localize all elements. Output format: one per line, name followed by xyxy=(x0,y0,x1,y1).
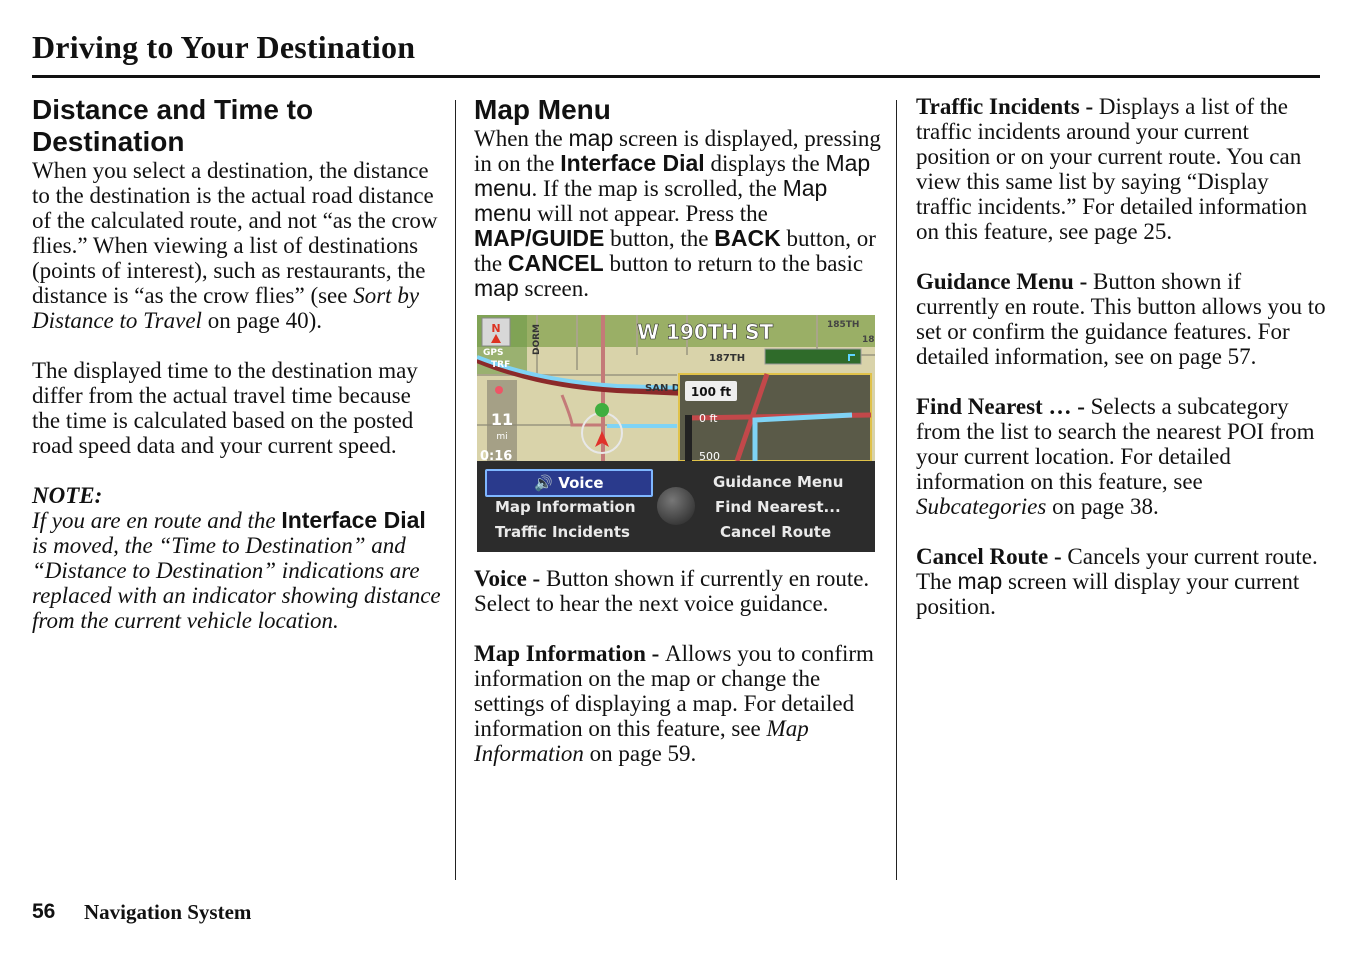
column-distance-time: Distance and Time to Destination When yo… xyxy=(32,94,442,633)
description-voice: Voice - Button shown if currently en rou… xyxy=(474,566,884,616)
distance-bar xyxy=(685,415,692,461)
term-traffic-incidents: Traffic Incidents - xyxy=(916,94,1099,119)
compass-label: N xyxy=(491,322,500,335)
term-voice: Voice - xyxy=(474,566,546,591)
cross-reference-link: Subcategories xyxy=(916,494,1047,519)
map-menu-panel: 🔊 Voice Map Information Traffic Incident… xyxy=(477,461,875,552)
speaker-icon: 🔊 xyxy=(534,474,554,492)
description-cancel-route: Cancel Route - Cancels your current rout… xyxy=(916,544,1326,619)
text: screen. xyxy=(518,276,590,301)
scale-top: 0 ft xyxy=(699,412,718,425)
text: button, the xyxy=(604,226,715,251)
column-menu-items: Traffic Incidents - Displays a list of t… xyxy=(916,94,1326,644)
control-name: Interface Dial xyxy=(281,507,426,533)
zoom-scale: 100 ft xyxy=(691,385,731,399)
destination-pin-icon xyxy=(495,386,503,394)
menu-item-traffic-incidents[interactable]: Traffic Incidents xyxy=(495,520,630,544)
button-name: CANCEL xyxy=(507,250,604,276)
traffic-label: TRF xyxy=(491,360,510,370)
term-find-nearest: Find Nearest … - xyxy=(916,394,1091,419)
street-label: 185TH xyxy=(827,320,859,330)
description-map-information: Map Information - Allows you to confirm … xyxy=(474,641,884,766)
text: will not appear. Press the xyxy=(531,201,768,226)
lane-guidance xyxy=(764,348,862,365)
poi-icon xyxy=(595,403,609,417)
paragraph-map-menu-intro: When the map screen is displayed, pressi… xyxy=(474,125,884,302)
menu-item-find-nearest[interactable]: Find Nearest... xyxy=(715,495,841,519)
description-text: on page 59. xyxy=(583,741,697,766)
column-map-menu: Map Menu When the map screen is displaye… xyxy=(474,94,884,791)
page-number: 56 xyxy=(32,900,56,923)
text: displays the xyxy=(704,151,826,176)
description-find-nearest: Find Nearest … - Selects a subcategory f… xyxy=(916,394,1326,519)
footer-section-title: Navigation System xyxy=(84,900,252,924)
term-cancel-route: Cancel Route - xyxy=(916,544,1068,569)
control-name: Interface Dial xyxy=(560,150,705,176)
paragraph-time: The displayed time to the destination ma… xyxy=(32,358,418,458)
text: . If the map is scrolled, the xyxy=(531,176,783,201)
menu-item-map-information[interactable]: Map Information xyxy=(495,495,636,519)
term-map-information: Map Information - xyxy=(474,641,666,666)
section-heading-map-menu: Map Menu xyxy=(474,94,611,125)
button-name: MAP/GUIDE xyxy=(474,225,605,251)
page-title: Driving to Your Destination xyxy=(32,29,416,65)
current-street-name: W 190TH ST xyxy=(637,320,774,344)
column-divider xyxy=(455,100,456,880)
menu-item-voice[interactable]: 🔊 Voice xyxy=(485,469,653,497)
gps-label: GPS xyxy=(483,348,503,358)
menu-item-guidance-menu[interactable]: Guidance Menu xyxy=(713,470,843,494)
description-text: on page 38. xyxy=(1046,494,1159,519)
column-divider xyxy=(896,100,897,880)
screen-name: map xyxy=(474,275,519,301)
note-text: If you are en route and the Interface Di… xyxy=(32,507,442,634)
menu-item-cancel-route[interactable]: Cancel Route xyxy=(720,520,831,544)
street-label: DORM xyxy=(532,324,542,355)
note-text-part: If you are en route and the xyxy=(32,508,282,533)
section-heading-distance-time: Distance and Time to Destination xyxy=(32,94,314,157)
note-text-part: is moved, the “Time to Destination” and … xyxy=(32,533,441,633)
term-guidance-menu: Guidance Menu - xyxy=(916,269,1093,294)
description-traffic-incidents: Traffic Incidents - Displays a list of t… xyxy=(916,94,1326,244)
interface-dial-icon xyxy=(657,487,695,525)
text: button to return to the basic xyxy=(603,251,864,276)
street-label: SAN D xyxy=(645,383,680,394)
description-guidance-menu: Guidance Menu - Button shown if currentl… xyxy=(916,269,1326,369)
street-label: 187TH xyxy=(709,353,745,364)
screen-name: map xyxy=(957,568,1003,594)
title-rule xyxy=(32,75,1320,78)
distance-unit: mi xyxy=(496,432,507,442)
paragraph-text: on page 40). xyxy=(201,308,323,333)
street-label: 186 xyxy=(862,335,875,345)
button-name: BACK xyxy=(714,225,781,251)
text: When the xyxy=(474,126,569,151)
map-menu-screenshot: N GPS TRF W 190TH ST 185TH 186 187TH SAN… xyxy=(477,315,875,552)
distance-value: 11 xyxy=(491,410,513,429)
screen-name: map xyxy=(568,125,614,151)
note-label: NOTE: xyxy=(32,483,103,508)
menu-item-label: Voice xyxy=(558,474,604,492)
paragraph-distance: When you select a destination, the dista… xyxy=(32,158,442,333)
